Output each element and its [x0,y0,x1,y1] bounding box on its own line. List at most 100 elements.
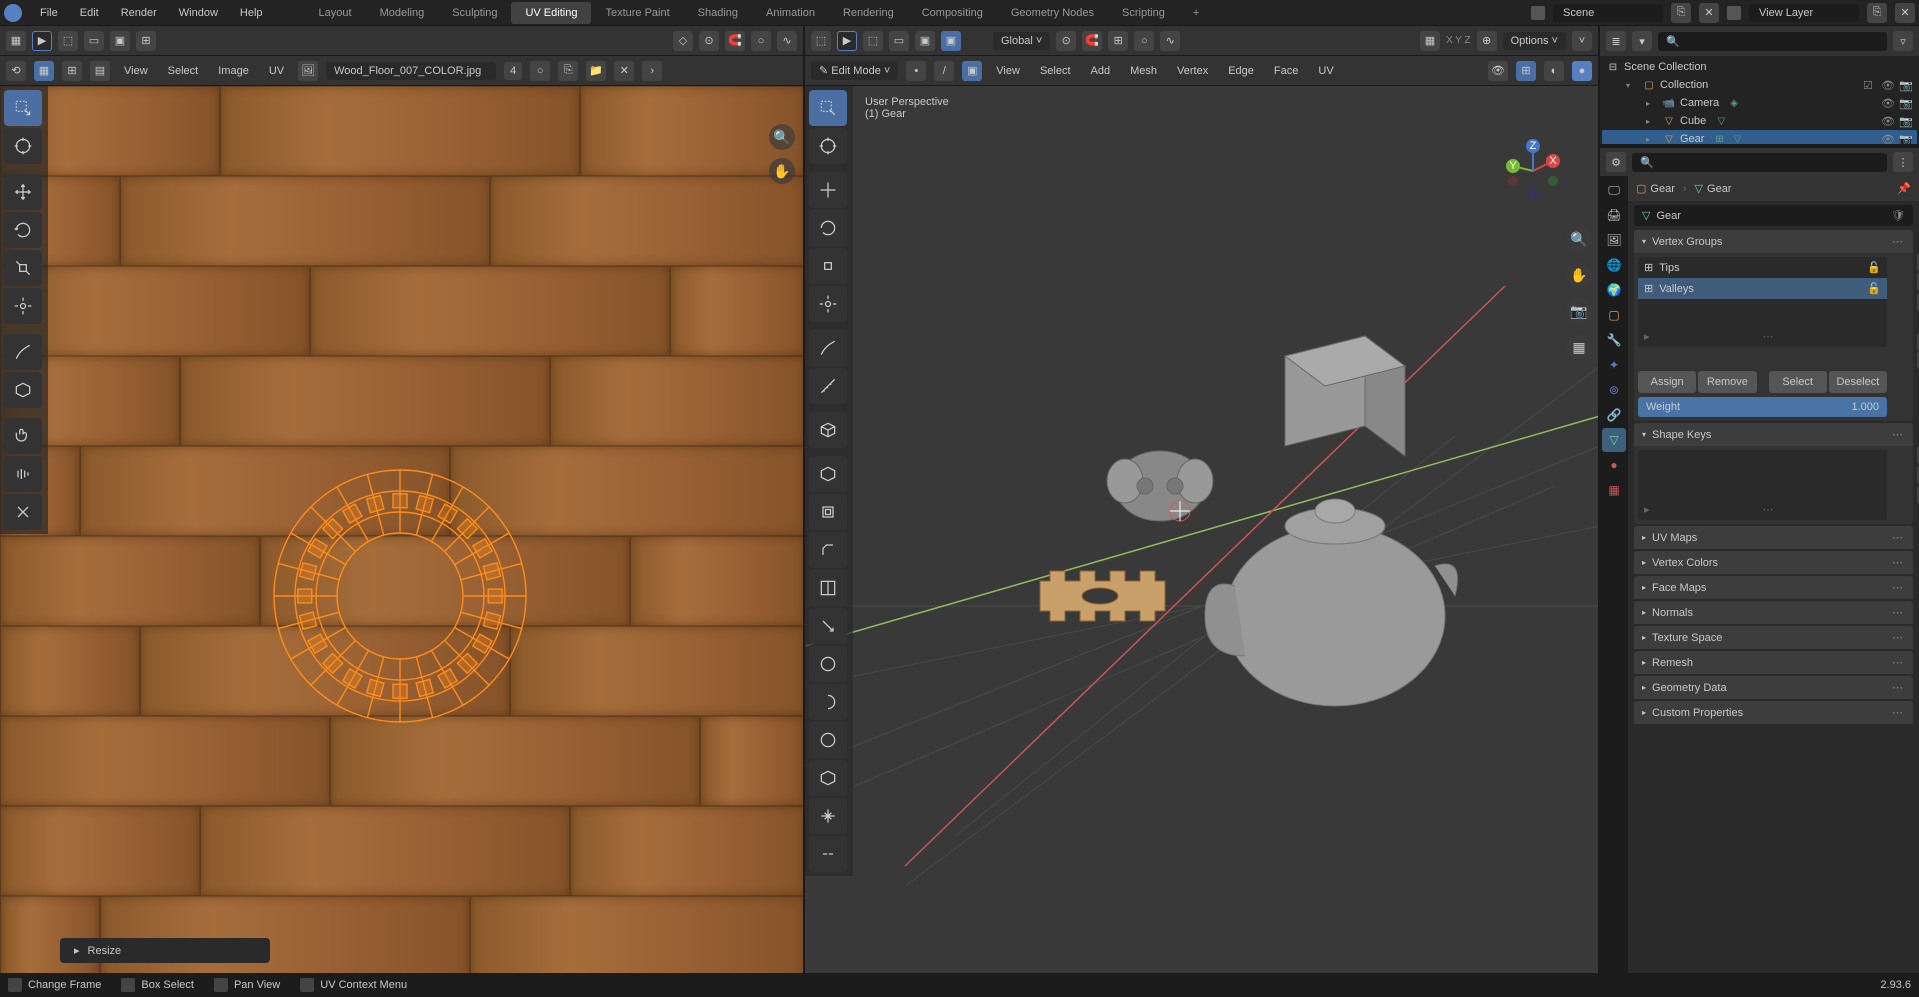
chevron-right-icon[interactable]: ▸ [1646,117,1658,126]
select-button[interactable]: Select [1769,371,1827,393]
viewlayer-delete-icon[interactable]: ✕ [1895,3,1915,23]
image-name-field[interactable]: Wood_Floor_007_COLOR.jpg [326,62,496,80]
display-channels-icon[interactable]: ▤ [90,61,110,81]
falloff-3d-icon[interactable]: ∿ [1160,31,1180,51]
snap-type-icon[interactable]: ⊞ [1108,31,1128,51]
pan-3d-icon[interactable]: ✋ [1566,262,1592,288]
ptab-output-icon[interactable]: 🖨 [1602,203,1626,227]
scene-name-field[interactable]: Scene [1553,4,1663,22]
panel-menu-icon[interactable]: ⋯ [1892,631,1905,644]
image-browse-icon[interactable]: 🖼 [298,61,318,81]
eye-icon[interactable]: 👁 [1881,97,1895,110]
pin-icon[interactable]: 📌 [1897,182,1911,195]
visibility-icon[interactable]: 👁 [1488,61,1508,81]
outliner-filter-icon[interactable]: ▿ [1893,31,1913,51]
display-mode-icon[interactable]: ▦ [34,61,54,81]
vertex-groups-header[interactable]: ▾ Vertex Groups ⋯ [1634,230,1913,253]
vp-menu-mesh[interactable]: Mesh [1124,63,1163,79]
ptab-scene-icon[interactable]: 🌐 [1602,253,1626,277]
scene-delete-icon[interactable]: ✕ [1699,3,1719,23]
pivot-icon[interactable]: ⊙ [699,31,719,51]
ptab-constraints-icon[interactable]: 🔗 [1602,403,1626,427]
falloff-icon[interactable]: ∿ [777,31,797,51]
panel-vertex colors[interactable]: ▸Vertex Colors⋯ [1634,551,1913,574]
cursor-tool-icon[interactable] [4,128,42,164]
panel-geometry data[interactable]: ▸Geometry Data⋯ [1634,676,1913,699]
tab-add[interactable]: + [1179,2,1213,24]
panel-menu-icon[interactable]: ⋯ [1892,556,1905,569]
vp-menu-add[interactable]: Add [1085,63,1117,79]
menu-render[interactable]: Render [111,3,167,23]
vp-loopcut-tool-icon[interactable] [809,570,847,606]
proportional-icon[interactable]: ○ [751,31,771,51]
select-face-icon[interactable]: ▣ [110,31,130,51]
vp-addcube-tool-icon[interactable] [809,412,847,448]
ptab-render-icon[interactable]: 🖵 [1602,178,1626,202]
render-icon[interactable]: 📷 [1899,133,1913,145]
tree-item-camera[interactable]: ▸ 📹 Camera ◈ 👁📷 [1602,94,1917,112]
render-icon[interactable]: 📷 [1899,97,1913,110]
props-options-icon[interactable]: ⋮ [1893,152,1913,172]
vp-menu-vertex[interactable]: Vertex [1171,63,1214,79]
tab-geo-nodes[interactable]: Geometry Nodes [997,2,1108,24]
vp-polybuild-tool-icon[interactable] [809,646,847,682]
panel-face maps[interactable]: ▸Face Maps⋯ [1634,576,1913,599]
tab-rendering[interactable]: Rendering [829,2,908,24]
tab-scripting[interactable]: Scripting [1108,2,1179,24]
view-layer-field[interactable]: View Layer [1749,4,1859,22]
grab-tool-icon[interactable] [4,418,42,454]
menu-file[interactable]: File [30,3,68,23]
tab-layout[interactable]: Layout [305,2,366,24]
ptab-modifier-icon[interactable]: 🔧 [1602,328,1626,352]
uv-menu-select[interactable]: Select [162,63,205,79]
mode-dropdown[interactable]: ✎ Edit Mode ˅ [811,61,898,80]
uv-menu-view[interactable]: View [118,63,154,79]
vp-menu-face[interactable]: Face [1268,63,1304,79]
weight-field[interactable]: Weight 1.000 [1638,397,1887,417]
pivot-3d-icon[interactable]: ⊙ [1056,31,1076,51]
vp-menu-edge[interactable]: Edge [1222,63,1260,79]
vp-measure-tool-icon[interactable] [809,368,847,404]
eye-icon[interactable]: 👁 [1881,133,1895,145]
tab-compositing[interactable]: Compositing [908,2,997,24]
assign-button[interactable]: Assign [1638,371,1696,393]
viewlayer-browse-icon[interactable] [1727,6,1741,20]
vp-rip-tool-icon[interactable] [809,836,847,872]
face-select-icon[interactable]: ▣ [915,31,935,51]
camera-view-icon[interactable]: 📷 [1566,298,1592,324]
ptab-object-icon[interactable]: ▢ [1602,303,1626,327]
ptab-viewlayer-icon[interactable]: 🖼 [1602,228,1626,252]
shading-dropdown-icon[interactable]: ˅ [1572,31,1592,51]
expand-icon[interactable]: › [642,61,662,81]
uv-menu-uv[interactable]: UV [263,63,290,79]
outliner-type-icon[interactable]: ≣ [1606,31,1626,51]
zoom-icon[interactable]: 🔍 [769,124,795,150]
chevron-right-icon[interactable]: ▸ [1644,330,1650,343]
vp-menu-uv[interactable]: UV [1312,63,1339,79]
rip-tool-icon[interactable] [4,372,42,408]
vg-item-valleys[interactable]: ⊞ Valleys 🔓 [1638,278,1887,299]
tab-sculpting[interactable]: Sculpting [438,2,511,24]
uv-menu-image[interactable]: Image [212,63,255,79]
pan-hand-icon[interactable]: ✋ [769,158,795,184]
tab-modeling[interactable]: Modeling [366,2,439,24]
image-unlink-icon[interactable]: ✕ [614,61,634,81]
panel-texture space[interactable]: ▸Texture Space⋯ [1634,626,1913,649]
vp-shrink-tool-icon[interactable] [809,798,847,834]
viewport-canvas[interactable]: User Perspective (1) Gear X Y Z [805,86,1598,973]
select-edge-3d-icon[interactable]: / [934,61,954,81]
grip-icon[interactable]: ⋯ [1763,330,1774,343]
zoom-3d-icon[interactable]: 🔍 [1566,226,1592,252]
ptab-physics-icon[interactable]: ⊚ [1602,378,1626,402]
select-edge-icon[interactable]: ▭ [84,31,104,51]
operator-panel[interactable]: ▸ Resize [60,938,270,963]
render-icon[interactable]: 📷 [1899,79,1913,92]
rotate-tool-icon[interactable] [4,212,42,248]
vp-smooth-tool-icon[interactable] [809,722,847,758]
shape-keys-header[interactable]: ▾ Shape Keys ⋯ [1634,423,1913,446]
annotate-tool-icon[interactable] [4,334,42,370]
sticky-select-icon[interactable]: ◇ [673,31,693,51]
overlays-3d-icon[interactable]: ⊞ [1516,61,1536,81]
proportional-3d-icon[interactable]: ○ [1134,31,1154,51]
panel-menu-icon[interactable]: ⋯ [1892,656,1905,669]
